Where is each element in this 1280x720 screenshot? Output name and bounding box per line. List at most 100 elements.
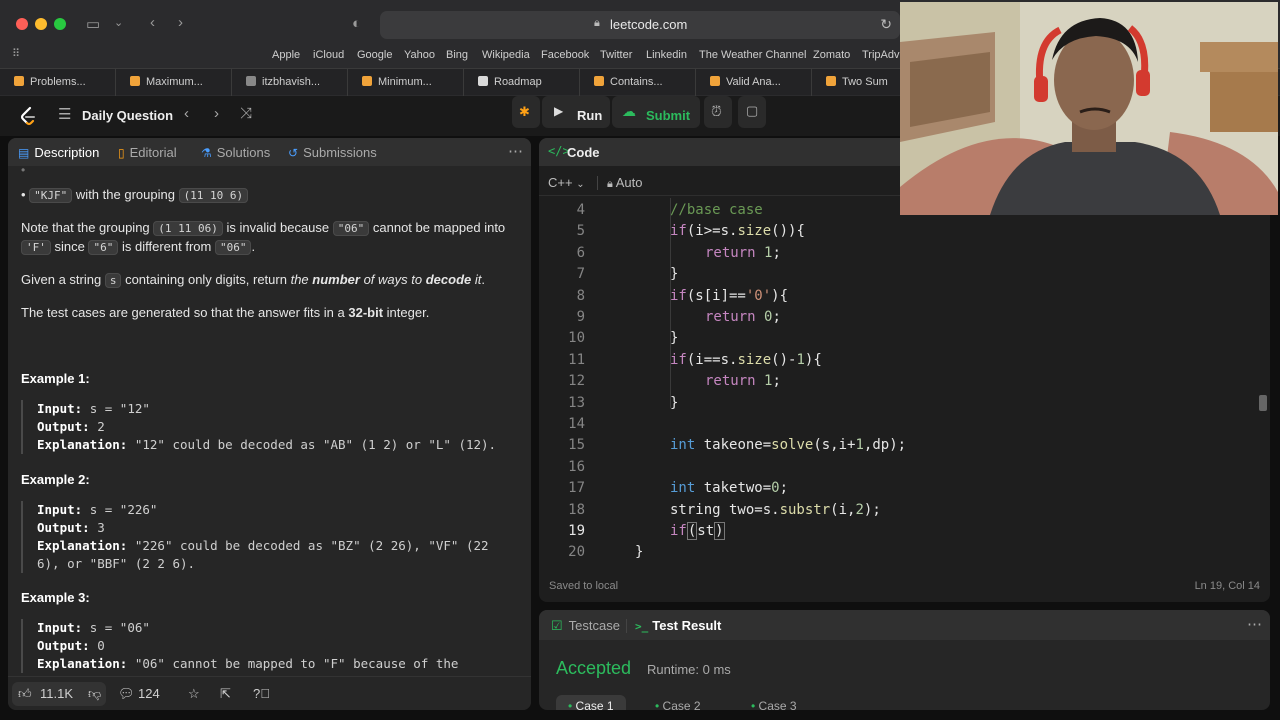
bookmark-tripadvisor[interactable]: TripAdv	[862, 49, 900, 61]
line-number: 10	[568, 330, 585, 346]
tab-test-result[interactable]: >_ Test Result	[635, 618, 721, 633]
note-icon: ▢	[746, 103, 759, 118]
line-number: 12	[568, 373, 585, 389]
test-result-panel: ☑ Testcase >_ Test Result ⋯ Accepted Runti…	[539, 610, 1270, 710]
close-window-button[interactable]	[16, 18, 28, 30]
shield-icon[interactable]: ◐	[352, 15, 361, 32]
case-1-chip[interactable]: • Case 1	[556, 695, 626, 710]
example-1-block: Input: s = "12" Output: 2 Explanation: "…	[21, 400, 496, 454]
bookmark-zomato[interactable]: Zomato	[813, 49, 850, 61]
dot-icon: •	[568, 699, 573, 710]
code-line: return 1;	[705, 373, 781, 389]
alarm-clock-icon: ⏰︎	[711, 103, 722, 119]
bookmark-twitter[interactable]: Twitter	[600, 49, 632, 61]
bookmark-apple[interactable]: Apple	[272, 49, 300, 61]
cursor-position: Ln 19, Col 14	[1194, 580, 1260, 592]
daily-question-title[interactable]: Daily Question	[82, 108, 173, 123]
case-3-chip[interactable]: • Case 3	[739, 695, 809, 710]
minimize-window-button[interactable]	[35, 18, 47, 30]
bookmark-weather[interactable]: The Weather Channel	[699, 49, 806, 61]
browser-tab[interactable]: Roadmap	[464, 69, 580, 96]
example-3-block: Input: s = "06" Output: 0 Explanation: "…	[21, 619, 458, 673]
previous-question-icon[interactable]: ‹	[184, 105, 189, 122]
more-options-icon[interactable]: ⋯	[508, 142, 523, 160]
bookmark-facebook[interactable]: Facebook	[541, 49, 589, 61]
clipped-list-item: •	[21, 163, 26, 173]
lock-icon: 🔒︎	[594, 17, 600, 29]
browser-tab[interactable]: Contains...	[580, 69, 696, 96]
problem-list-icon[interactable]: ☰	[58, 105, 71, 123]
browser-tab[interactable]: Maximum...	[116, 69, 232, 96]
chevron-down-icon[interactable]: ⌄	[114, 16, 123, 29]
description-icon: ▤	[18, 146, 30, 160]
code-line: int taketwo=0;	[670, 480, 789, 496]
code-editor[interactable]: 4 //base case 5 if(i>=s.size()){ 6 retur…	[539, 198, 1270, 570]
more-options-icon[interactable]: ⋯	[1247, 615, 1262, 633]
code-line: return 0;	[705, 309, 781, 325]
flask-icon: ⚗	[201, 146, 212, 160]
zoom-window-button[interactable]	[54, 18, 66, 30]
dot-icon: •	[751, 699, 756, 710]
line-number: 9	[576, 309, 585, 325]
note-paragraph-line1: Note that the grouping (1 11 06) is inva…	[21, 220, 506, 236]
bookmark-bing[interactable]: Bing	[446, 49, 468, 61]
next-question-icon[interactable]: ›	[214, 105, 219, 122]
example-1-title: Example 1:	[21, 371, 90, 386]
tab-description[interactable]: ▤ Description	[18, 145, 99, 160]
divider	[597, 176, 598, 190]
sidebar-toggle-icon[interactable]: ▭	[86, 15, 100, 33]
debug-button[interactable]: ✱	[512, 96, 540, 128]
result-status: Accepted	[556, 658, 632, 678]
code-tab[interactable]: Code	[567, 145, 600, 160]
site-favicon-icon	[246, 76, 256, 86]
browser-tab[interactable]: Minimum...	[348, 69, 464, 96]
help-icon[interactable]: ?⃝	[253, 686, 270, 701]
autosave-indicator[interactable]: 🔒︎ Auto	[607, 175, 643, 191]
tab-testcase[interactable]: ☑ Testcase	[551, 618, 620, 634]
browser-tab[interactable]: itzbhavish...	[232, 69, 348, 96]
leetcode-logo-icon[interactable]	[18, 106, 38, 126]
case-2-chip[interactable]: • Case 2	[643, 695, 713, 710]
example-2-block: Input: s = "226" Output: 3 Explanation: …	[21, 501, 489, 573]
bookmark-yahoo[interactable]: Yahoo	[404, 49, 435, 61]
description-footer: 👍︎ 11.1K 👎︎ 💬︎ 124 ☆ ⇱ ?⃝	[8, 676, 531, 710]
bookmark-wikipedia[interactable]: Wikipedia	[482, 49, 530, 61]
browser-tab[interactable]: Problems...	[0, 69, 116, 96]
bookmark-linkedin[interactable]: Linkedin	[646, 49, 687, 61]
bookmark-google[interactable]: Google	[357, 49, 392, 61]
code-line: }	[670, 266, 679, 282]
book-icon: ▯	[118, 146, 125, 160]
code-line: }	[670, 395, 679, 411]
reload-icon[interactable]: ↻	[880, 16, 892, 33]
webcam-person-image	[900, 2, 1278, 215]
share-icon[interactable]: ⇱	[220, 686, 231, 702]
tab-solutions[interactable]: ⚗ Solutions	[201, 145, 270, 160]
browser-tab[interactable]: Two Sum	[812, 69, 912, 96]
thumbs-up-icon[interactable]: 👍︎	[18, 686, 32, 702]
language-selector[interactable]: C++ ⌄	[548, 175, 585, 190]
timer-button[interactable]: ⏰︎	[704, 96, 732, 128]
note-paragraph-line2: 'F' since "6" is different from "06".	[21, 238, 255, 257]
tab-submissions[interactable]: ↺ Submissions	[288, 145, 377, 160]
address-bar[interactable]: 🔒︎ leetcode.com ↻	[380, 11, 900, 39]
scrollbar-thumb[interactable]	[1259, 395, 1267, 411]
leetcode-favicon-icon	[594, 76, 604, 86]
url-text: leetcode.com	[610, 17, 688, 32]
back-icon[interactable]: ‹	[150, 14, 155, 31]
browser-tab[interactable]: Valid Ana...	[696, 69, 812, 96]
roadmap-favicon-icon	[478, 76, 488, 86]
chevron-down-icon: ⌄	[576, 179, 585, 190]
play-icon: ▶	[554, 104, 564, 118]
tab-editorial[interactable]: ▯ Editorial	[118, 145, 177, 160]
star-icon[interactable]: ☆	[188, 686, 200, 702]
shuffle-icon[interactable]: ⤨	[240, 105, 252, 122]
thumbs-down-icon[interactable]: 👎︎	[88, 686, 101, 702]
comment-icon[interactable]: 💬︎	[118, 686, 135, 702]
bookmark-icloud[interactable]: iCloud	[313, 49, 344, 61]
description-tabs: ▤ Description ▯ Editorial ⚗ Solutions ↺ Subm…	[8, 138, 531, 166]
notes-button[interactable]: ▢	[738, 96, 766, 128]
code-status-bar: Saved to local Ln 19, Col 14	[539, 570, 1270, 602]
line-number: 15	[568, 437, 585, 453]
forward-icon[interactable]: ›	[178, 14, 183, 31]
saved-status: Saved to local	[549, 580, 619, 592]
